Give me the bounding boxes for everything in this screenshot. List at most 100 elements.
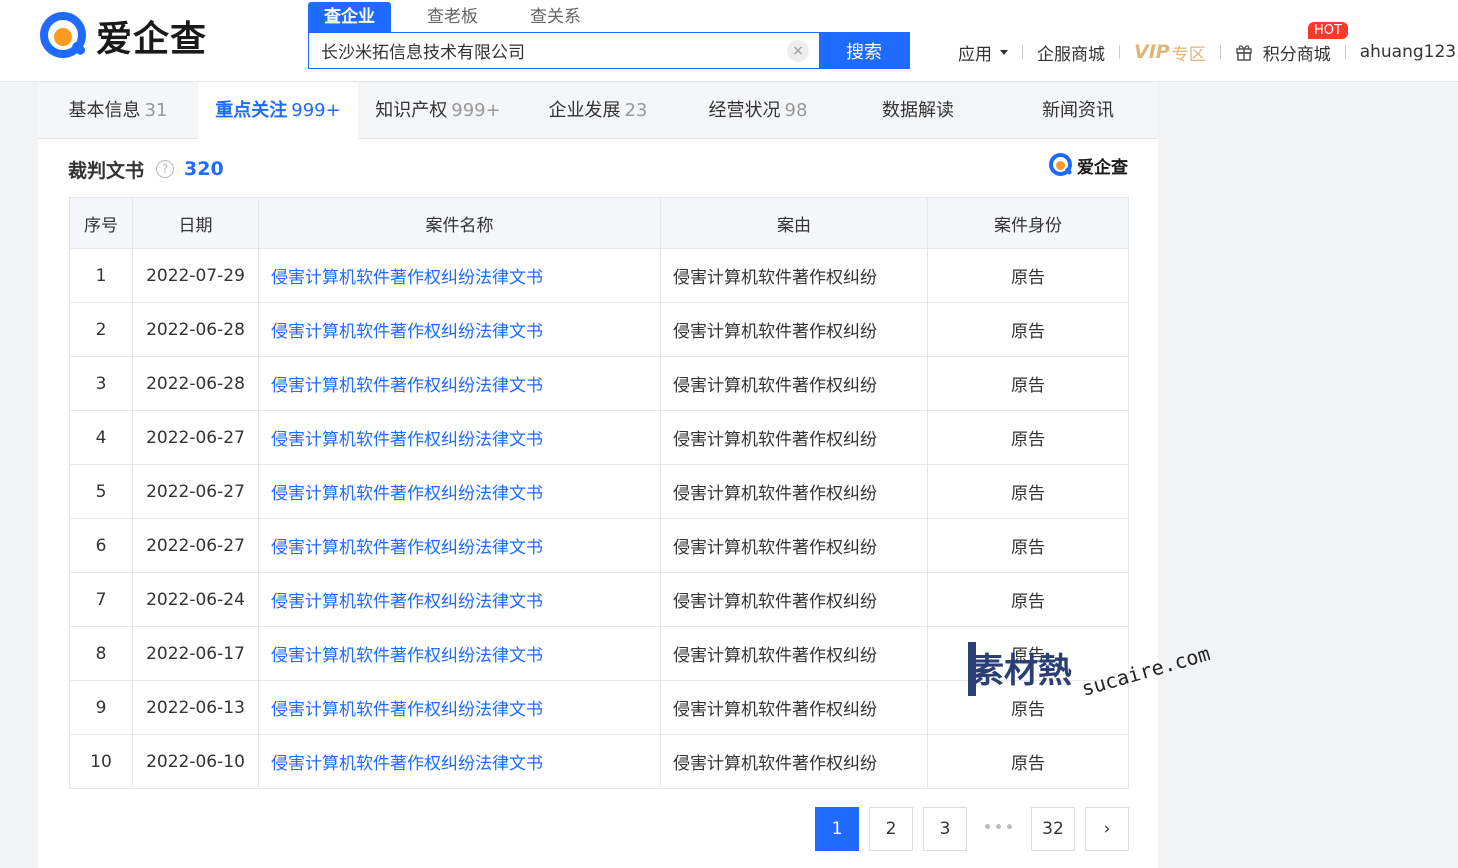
section-title: 裁判文书 <box>68 159 145 182</box>
col-header-role: 案件身份 <box>927 197 1129 249</box>
search-button[interactable]: 搜索 <box>819 33 909 68</box>
tab-news[interactable]: 新闻资讯 <box>998 82 1158 139</box>
tab-count: 98 <box>784 100 808 121</box>
tab-basic-info[interactable]: 基本信息 31 <box>38 82 198 139</box>
tab-development[interactable]: 企业发展 23 <box>518 82 678 139</box>
logo-icon <box>1049 153 1072 176</box>
divider <box>1219 45 1221 59</box>
case-name-link[interactable]: 侵害计算机软件著作权纠纷法律文书 <box>258 248 661 303</box>
hot-badge: HOT <box>1308 22 1348 39</box>
case-name-link[interactable]: 侵害计算机软件著作权纠纷法律文书 <box>258 518 661 573</box>
clear-icon[interactable]: × <box>787 40 809 62</box>
table-row: 8 2022-06-17 侵害计算机软件著作权纠纷法律文书 侵害计算机软件著作权纠纷原… <box>69 626 1129 681</box>
cell-role: 原告 <box>927 518 1129 573</box>
nav-points-mall[interactable]: 积分商城 <box>1235 40 1331 65</box>
cell-cause: 侵害计算机软件著作权纠纷 <box>660 248 928 303</box>
page-last[interactable]: 32 <box>1031 807 1075 851</box>
cell-role: 原告 <box>927 248 1129 303</box>
case-name-link[interactable]: 侵害计算机软件著作权纠纷法律文书 <box>258 302 661 357</box>
cell-role: 原告 <box>927 734 1129 789</box>
case-name-link[interactable]: 侵害计算机软件著作权纠纷法律文书 <box>258 356 661 411</box>
table-header-row: 序号 日期 案件名称 案由 案件身份 <box>69 197 1129 249</box>
search-input[interactable] <box>309 33 787 68</box>
tab-count: 31 <box>144 100 168 121</box>
cell-role: 原告 <box>927 302 1129 357</box>
table-row: 3 2022-06-28 侵害计算机软件著作权纠纷法律文书 侵害计算机软件著作权纠纷原… <box>69 356 1129 411</box>
cell-cause: 侵害计算机软件著作权纠纷 <box>660 302 928 357</box>
page-3[interactable]: 3 <box>923 807 967 851</box>
tab-key-focus[interactable]: 重点关注 999+ <box>198 82 358 139</box>
tab-intellectual-property[interactable]: 知识产权 999+ <box>358 82 518 139</box>
cell-role: 原告 <box>927 356 1129 411</box>
cell-no: 7 <box>69 572 133 627</box>
cell-no: 5 <box>69 464 133 519</box>
nav-vip-zone[interactable]: VIP 专区 <box>1134 40 1206 65</box>
search-tab-company[interactable]: 查企业 <box>308 2 391 32</box>
page-ellipsis[interactable]: ••• <box>977 807 1021 851</box>
vip-zone-label: 专区 <box>1171 44 1206 65</box>
search-box: × 搜索 <box>308 32 910 69</box>
cell-role: 原告 <box>927 464 1129 519</box>
main-panel: 基本信息 31 重点关注 999+ 知识产权 999+ 企业发展 23 经营状况 98 数… <box>38 82 1158 868</box>
cell-date: 2022-06-13 <box>132 680 259 735</box>
cell-cause: 侵害计算机软件著作权纠纷 <box>660 734 928 789</box>
tab-label: 经营状况 <box>708 100 781 121</box>
case-name-link[interactable]: 侵害计算机软件著作权纠纷法律文书 <box>258 734 661 789</box>
search-tab-relation[interactable]: 查关系 <box>514 2 597 32</box>
tab-count: 999+ <box>451 100 501 121</box>
table-row: 4 2022-06-27 侵害计算机软件著作权纠纷法律文书 侵害计算机软件著作权纠纷原… <box>69 410 1129 465</box>
nav-apps-label: 应用 <box>958 44 992 65</box>
cell-cause: 侵害计算机软件著作权纠纷 <box>660 518 928 573</box>
table-row: 6 2022-06-27 侵害计算机软件著作权纠纷法律文书 侵害计算机软件著作权纠纷原… <box>69 518 1129 573</box>
case-name-link[interactable]: 侵害计算机软件著作权纠纷法律文书 <box>258 626 661 681</box>
page-2[interactable]: 2 <box>869 807 913 851</box>
col-header-date: 日期 <box>132 197 259 249</box>
nav-mall[interactable]: 企服商城 <box>1037 40 1105 65</box>
divider <box>1022 45 1023 59</box>
case-name-link[interactable]: 侵害计算机软件著作权纠纷法律文书 <box>258 410 661 465</box>
tab-label: 企业发展 <box>548 100 621 121</box>
case-name-link[interactable]: 侵害计算机软件著作权纠纷法律文书 <box>258 680 661 735</box>
vip-label: VIP <box>1134 41 1170 63</box>
cell-no: 2 <box>69 302 133 357</box>
cell-no: 9 <box>69 680 133 735</box>
nav-points-mall-label: 积分商城 <box>1262 44 1331 65</box>
page-1[interactable]: 1 <box>815 807 859 851</box>
cell-no: 1 <box>69 248 133 303</box>
tab-label: 数据解读 <box>882 100 954 121</box>
help-icon[interactable]: ? <box>156 160 175 178</box>
cell-date: 2022-06-17 <box>132 626 259 681</box>
search-area: 查企业 查老板 查关系 × 搜索 <box>308 2 910 69</box>
cell-role: 原告 <box>927 572 1129 627</box>
tab-label: 知识产权 <box>375 100 448 121</box>
judgment-documents-table: 序号 日期 案件名称 案由 案件身份 1 2022-07-29 侵害计算机软件著作权… <box>69 197 1129 789</box>
cell-no: 3 <box>69 356 133 411</box>
section-logo: 爱企查 <box>1048 152 1128 178</box>
next-page-chevron-icon[interactable]: › <box>1085 807 1129 851</box>
case-name-link[interactable]: 侵害计算机软件著作权纠纷法律文书 <box>258 572 661 627</box>
table-row: 10 2022-06-10 侵害计算机软件著作权纠纷法律文书 侵害计算机软件著作权纠纷… <box>69 734 1129 789</box>
cell-cause: 侵害计算机软件著作权纠纷 <box>660 626 928 681</box>
cell-date: 2022-06-28 <box>132 302 259 357</box>
tab-label: 基本信息 <box>68 100 141 121</box>
cell-no: 6 <box>69 518 133 573</box>
tab-data-analysis[interactable]: 数据解读 <box>838 82 998 139</box>
cell-date: 2022-06-27 <box>132 464 259 519</box>
tab-label: 新闻资讯 <box>1042 100 1114 121</box>
table-row: 7 2022-06-24 侵害计算机软件著作权纠纷法律文书 侵害计算机软件著作权纠纷原… <box>69 572 1129 627</box>
tab-operations[interactable]: 经营状况 98 <box>678 82 838 139</box>
site-logo[interactable]: 爱企查 <box>38 8 207 64</box>
section-logo-text: 爱企查 <box>1077 157 1128 178</box>
table-row: 5 2022-06-27 侵害计算机软件著作权纠纷法律文书 侵害计算机软件著作权纠纷原… <box>69 464 1129 519</box>
gift-icon <box>1235 45 1252 61</box>
cell-role: 原告 <box>927 680 1129 735</box>
section-count: 320 <box>184 158 224 180</box>
user-menu[interactable]: ahuang123. <box>1360 42 1458 62</box>
tab-label: 重点关注 <box>215 100 288 121</box>
table-row: 9 2022-06-13 侵害计算机软件著作权纠纷法律文书 侵害计算机软件著作权纠纷原… <box>69 680 1129 735</box>
nav-apps[interactable]: 应用 <box>958 40 1008 65</box>
col-header-cause: 案由 <box>660 197 928 249</box>
cell-no: 10 <box>69 734 133 789</box>
search-tab-boss[interactable]: 查老板 <box>411 2 494 32</box>
case-name-link[interactable]: 侵害计算机软件著作权纠纷法律文书 <box>258 464 661 519</box>
